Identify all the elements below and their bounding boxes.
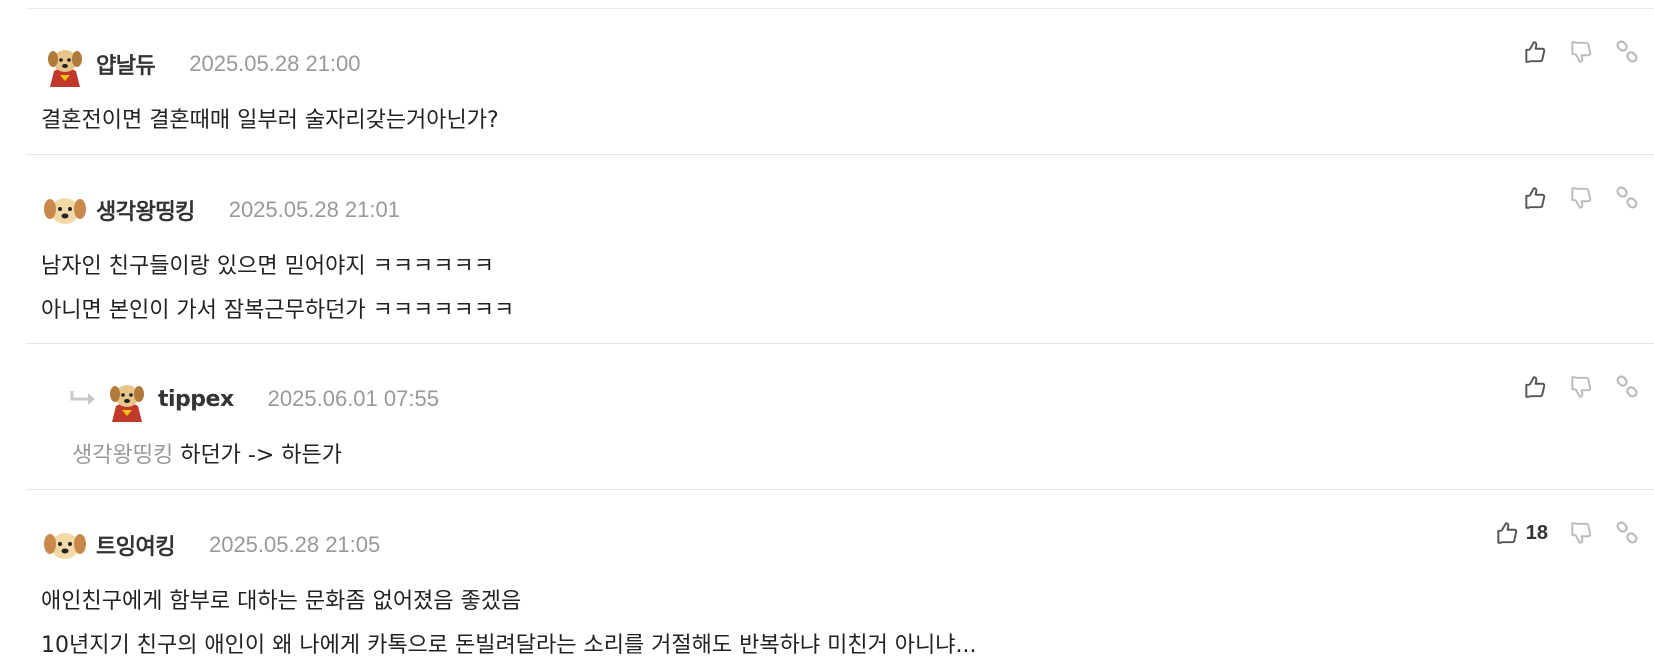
link-icon	[1616, 375, 1638, 398]
comment-date: 2025.06.01 07:55	[267, 386, 439, 411]
dog-cape-avatar[interactable]	[42, 41, 88, 87]
dislike-button[interactable]	[1568, 520, 1594, 546]
like-button[interactable]	[1522, 39, 1548, 65]
like-button[interactable]	[1522, 185, 1548, 211]
thumbs-down-icon	[1571, 41, 1592, 63]
dislike-button[interactable]	[1568, 374, 1594, 400]
comment-author[interactable]: 얍날듀	[96, 48, 156, 80]
comment-text-line: 결혼전이면 결혼때매 일부러 술자리갖는거아닌가?	[41, 108, 499, 133]
link-icon	[1616, 521, 1638, 544]
reply-comment-item: tippex 2025.06.01 07:55 생각왕띵킹 하던가 -> 하든가	[26, 344, 1654, 490]
comment-date: 2025.05.28 21:00	[189, 51, 361, 76]
like-count: 18	[1525, 521, 1548, 544]
dislike-button[interactable]	[1568, 39, 1594, 65]
comment-actions	[1502, 374, 1640, 400]
reply-arrow-icon	[70, 391, 95, 405]
comment-actions: 18	[1474, 520, 1640, 546]
comment-text-line: 생각왕띵킹 하던가 -> 하든가	[72, 434, 342, 478]
link-icon	[1616, 186, 1638, 209]
comment-body: 결혼전이면 결혼때매 일부러 술자리갖는거아닌가?	[41, 99, 499, 143]
comment-date: 2025.05.28 21:01	[228, 197, 400, 222]
like-button[interactable]	[1522, 374, 1548, 400]
comment-header: tippex 2025.06.01 07:55	[68, 374, 439, 424]
comment-item: 트잉여킹 2025.05.28 21:05 애인친구에게 함부로 대하는 문화좀…	[26, 490, 1654, 672]
comment-text-line: 애인친구에게 함부로 대하는 문화좀 없어졌음 좋겠음	[41, 589, 522, 614]
share-link-button[interactable]	[1614, 39, 1640, 65]
dislike-button[interactable]	[1568, 185, 1594, 211]
comment-date: 2025.05.28 21:05	[208, 532, 381, 557]
comment-item: 얍날듀 2025.05.28 21:00 결혼전이면 결혼때매 일부러 술자리갖…	[26, 9, 1654, 155]
thumbs-down-icon	[1571, 522, 1592, 544]
comment-header: 생각왕띵킹 2025.05.28 21:01	[42, 185, 400, 235]
share-link-button[interactable]	[1614, 520, 1640, 546]
share-link-button[interactable]	[1614, 185, 1640, 211]
thumbs-down-icon	[1571, 376, 1592, 398]
thumbs-up-icon	[1525, 376, 1546, 398]
comment-body: 남자인 친구들이랑 있으면 믿어야지 ㅋㅋㅋㅋㅋㅋ 아니면 본인이 가서 잠복근…	[41, 245, 514, 333]
link-icon	[1616, 40, 1638, 63]
comment-text-line: 10년지기 친구의 애인이 왜 나에게 카톡으로 돈빌려달라는 소리를 거절해도…	[41, 633, 977, 658]
dog-cape-avatar[interactable]	[104, 376, 150, 422]
thumbs-up-icon	[1525, 41, 1546, 63]
thumbs-down-icon	[1571, 187, 1592, 209]
comment-header: 트잉여킹 2025.05.28 21:05	[42, 520, 380, 570]
thumbs-up-icon	[1525, 187, 1546, 209]
like-button[interactable]: 18	[1494, 520, 1548, 546]
comment-body: 애인친구에게 함부로 대하는 문화좀 없어졌음 좋겠음 10년지기 친구의 애인…	[41, 580, 977, 668]
reply-text: 하던가 -> 하든가	[180, 443, 343, 468]
comment-author[interactable]: 생각왕띵킹	[96, 194, 195, 226]
dog-face-avatar[interactable]	[42, 522, 88, 568]
share-link-button[interactable]	[1614, 374, 1640, 400]
comment-actions	[1502, 39, 1640, 65]
mention-tag[interactable]: 생각왕띵킹	[72, 443, 173, 468]
comment-item: 생각왕띵킹 2025.05.28 21:01 남자인 친구들이랑 있으면 믿어야…	[26, 155, 1654, 344]
comment-author[interactable]: tippex	[158, 387, 234, 412]
comment-header: 얍날듀 2025.05.28 21:00	[42, 39, 361, 89]
comment-text-line: 남자인 친구들이랑 있으면 믿어야지 ㅋㅋㅋㅋㅋㅋ	[41, 254, 495, 279]
thumbs-up-icon	[1497, 522, 1517, 544]
comment-text-line: 아니면 본인이 가서 잠복근무하던가 ㅋㅋㅋㅋㅋㅋㅋ	[41, 298, 515, 323]
comment-body: 생각왕띵킹 하던가 -> 하든가	[72, 434, 342, 478]
comment-author[interactable]: 트잉여킹	[96, 529, 175, 561]
dog-face-avatar[interactable]	[42, 187, 88, 233]
comment-actions	[1502, 185, 1640, 211]
